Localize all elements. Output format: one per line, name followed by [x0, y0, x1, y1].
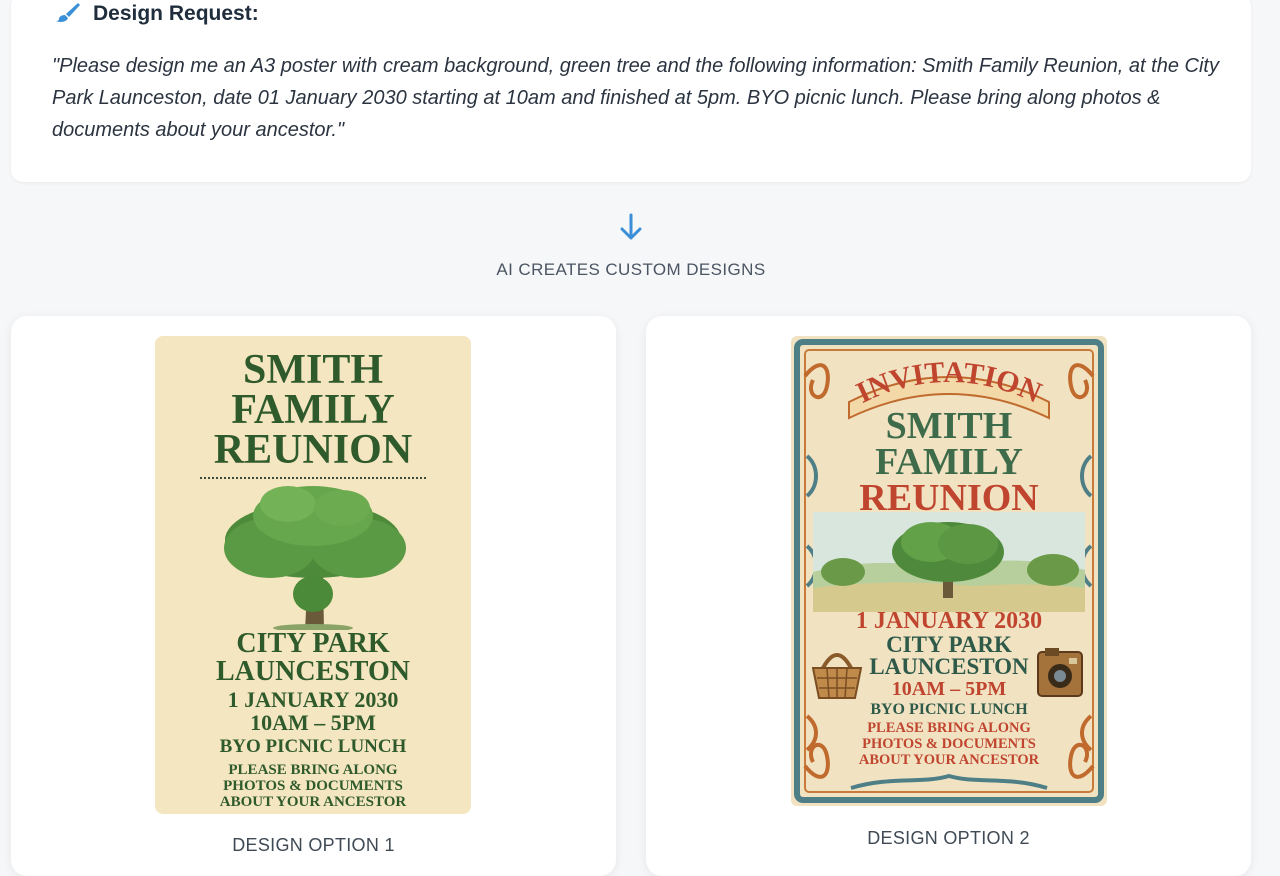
design-request-card: Design Request: "Please design me an A3 …: [11, 0, 1251, 182]
poster-location-line: CITY PARK: [236, 628, 390, 659]
poster-time: 10AM – 5PM: [250, 710, 376, 735]
poster-date: 1 JANUARY 2030: [855, 608, 1043, 634]
poster-title-line: SMITH: [242, 347, 384, 393]
poster-title-line: REUNION: [213, 427, 413, 473]
ai-creates-label: AI CREATES CUSTOM DESIGNS: [496, 260, 766, 279]
poster-bring-line: PHOTOS & DOCUMENTS: [862, 736, 1036, 752]
poster-bring-line: ABOUT YOUR ANCESTOR: [858, 752, 1040, 768]
poster-lunch: BYO PICNIC LUNCH: [870, 701, 1028, 718]
poster-title-line: FAMILY: [231, 387, 395, 433]
arrow-down-icon: [620, 213, 642, 240]
poster-title: SMITH FAMILY REUNION: [791, 405, 1107, 519]
poster-title-line: REUNION: [859, 477, 1039, 519]
poster-image-option-1[interactable]: SMITH FAMILY REUNION CITY PARK LAUNCESTO…: [155, 336, 471, 814]
poster-bring-note: PLEASE BRING ALONG PHOTOS & DOCUMENTS AB…: [155, 762, 471, 810]
poster-image-option-2[interactable]: INVITATION SMITH FAMILY REUNION 1 JANUAR…: [791, 336, 1107, 806]
poster-bring-line: PLEASE BRING ALONG: [228, 762, 398, 778]
design-option-2-label: DESIGN OPTION 2: [867, 828, 1030, 848]
design-request-text: "Please design me an A3 poster with crea…: [52, 55, 1219, 141]
design-option-2-card[interactable]: INVITATION SMITH FAMILY REUNION 1 JANUAR…: [646, 316, 1251, 876]
poster-bring-line: PLEASE BRING ALONG: [867, 720, 1031, 736]
poster-location-line: LAUNCESTON: [216, 656, 410, 687]
dotted-divider: [200, 477, 426, 479]
vintage-camera-icon: [1037, 648, 1083, 697]
svg-text:INVITATION: INVITATION: [851, 356, 1046, 410]
park-scene-illustration: [813, 512, 1085, 612]
poster-title: SMITH FAMILY REUNION: [155, 347, 471, 473]
poster-bring-note: PLEASE BRING ALONG PHOTOS & DOCUMENTS AB…: [791, 720, 1107, 768]
poster-lunch: BYO PICNIC LUNCH: [219, 736, 407, 757]
poster-date: 1 JANUARY 2030: [227, 687, 399, 712]
design-request-header: Design Request:: [55, 0, 259, 28]
poster-bring-line: PHOTOS & DOCUMENTS: [223, 778, 403, 794]
poster-date-time: 1 JANUARY 2030 10AM – 5PM: [155, 688, 471, 734]
tree-illustration: [224, 486, 406, 630]
banner-text: INVITATION: [851, 356, 1046, 410]
poster-title-line: SMITH: [885, 405, 1013, 447]
poster-location: CITY PARK LAUNCESTON: [155, 630, 471, 686]
design-option-1-label: DESIGN OPTION 1: [232, 835, 395, 855]
picnic-basket-icon: [811, 653, 863, 699]
design-option-1-card[interactable]: SMITH FAMILY REUNION CITY PARK LAUNCESTO…: [11, 316, 616, 876]
poster-title-line: FAMILY: [875, 441, 1023, 483]
design-request-title: Design Request:: [93, 2, 259, 25]
poster-bring-line: ABOUT YOUR ANCESTOR: [219, 794, 407, 810]
paintbrush-icon: [55, 1, 81, 28]
